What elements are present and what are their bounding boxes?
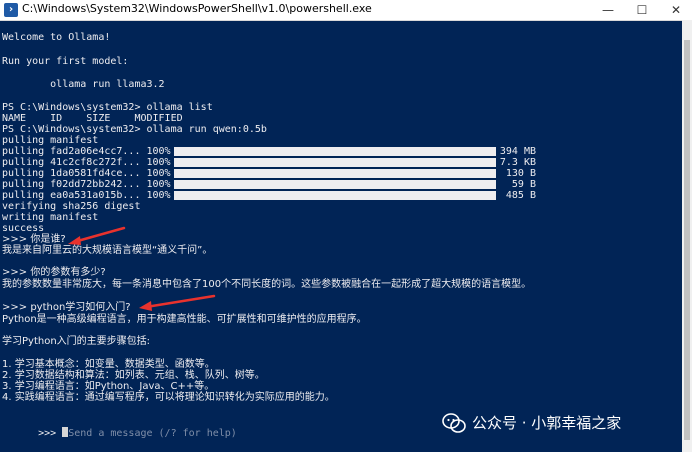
message-input-placeholder: Send a message (/? for help) <box>68 428 237 439</box>
title-bar[interactable]: › C:\Windows\System32\WindowsPowerShell\… <box>0 0 692 21</box>
model-answer: 我是来自阿里云的大规模语言模型“通义千问”。 <box>2 245 213 256</box>
close-button[interactable]: ✕ <box>660 0 692 20</box>
run-first-line: Run your first model: <box>2 56 129 67</box>
model-answer: 我的参数数量非常庞大，每一条消息中包含了100个不同长度的词。这些参数被融合在一… <box>2 279 532 290</box>
window-title: C:\Windows\System32\WindowsPowerShell\v1… <box>22 2 372 15</box>
minimize-button[interactable]: — <box>592 0 624 20</box>
pull-size: 485 B <box>505 190 536 201</box>
scrollbar-thumb[interactable] <box>684 40 690 440</box>
powershell-icon: › <box>4 3 18 17</box>
user-question: >>> 你的参数有多少? <box>2 267 106 278</box>
arrow-shaft <box>144 294 216 309</box>
model-answer: Python是一种高级编程语言，用于构建高性能、可扩展性和可维护性的应用程序。 <box>2 314 367 325</box>
list-item: 4. 实践编程语言：通过编写程序，可以将理论知识转化为实际应用的能力。 <box>2 392 335 403</box>
model-answer: 学习Python入门的主要步骤包括: <box>2 336 151 347</box>
arrow-head <box>139 301 152 311</box>
red-arrow-annotation <box>68 226 126 245</box>
progress-bar <box>174 147 496 156</box>
powershell-window: › C:\Windows\System32\WindowsPowerShell\… <box>0 0 692 452</box>
user-question: >>> python学习如何入门? <box>2 302 131 313</box>
watermark-text: 公众号 · 小郭幸福之家 <box>472 414 622 432</box>
red-arrow-annotation <box>139 294 216 311</box>
run-command-line: ollama run llama3.2 <box>2 79 165 90</box>
maximize-button[interactable]: ☐ <box>626 0 658 20</box>
arrow-shaft <box>72 226 126 244</box>
input-prompt: >>> <box>38 428 63 439</box>
vertical-scrollbar[interactable] <box>682 20 692 452</box>
input-line[interactable]: >>> Send a message (/? for help) <box>2 415 237 439</box>
progress-bar <box>174 191 496 200</box>
arrow-head <box>68 236 81 245</box>
progress-bar <box>174 158 496 167</box>
welcome-line: Welcome to Ollama! <box>2 32 111 43</box>
wechat-logo-icon <box>442 413 466 433</box>
progress-bar <box>174 169 496 178</box>
progress-bar <box>174 180 496 189</box>
